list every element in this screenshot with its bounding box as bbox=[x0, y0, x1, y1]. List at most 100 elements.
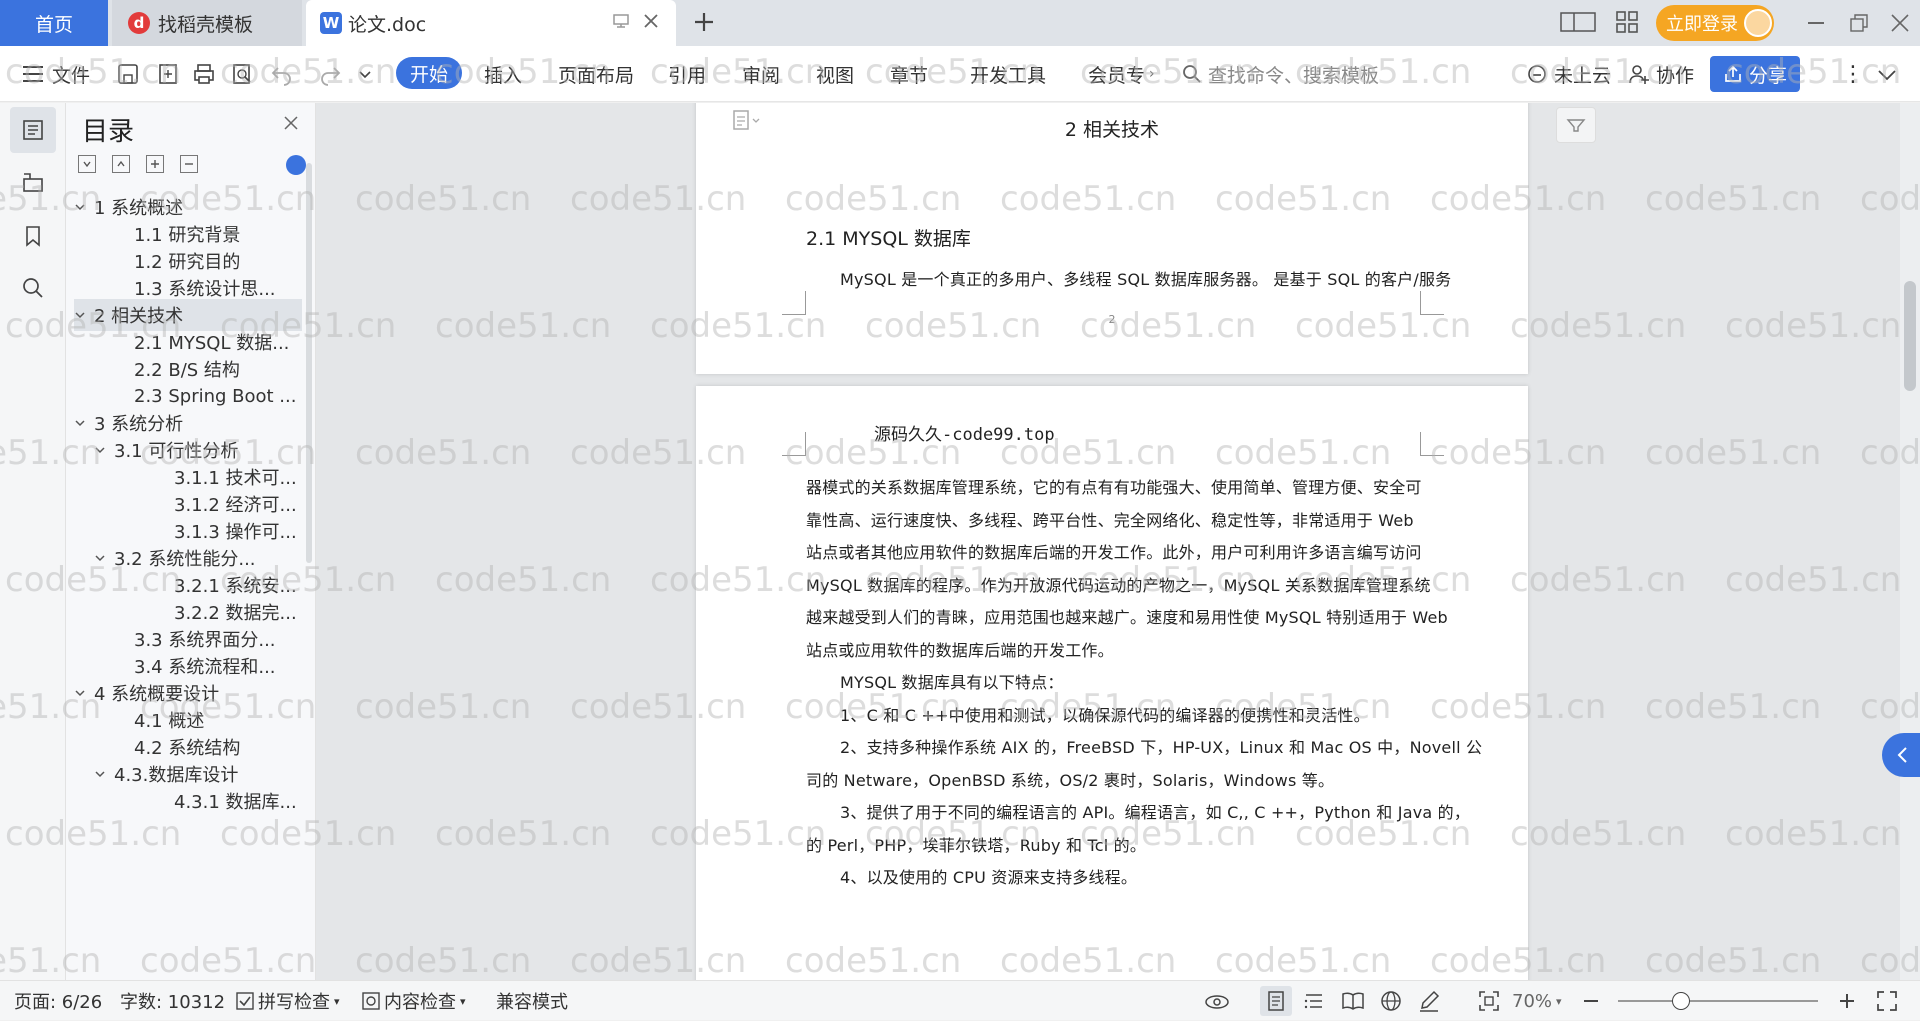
paragraph-line[interactable]: 器模式的关系数据库管理系统，它的有点有有功能强大、使用简单、管理方便、安全可 bbox=[806, 474, 1422, 498]
ribbon-tab-devtools[interactable]: 开发工具 bbox=[970, 46, 1046, 102]
toc-scrollbar[interactable] bbox=[306, 163, 312, 563]
command-search-input[interactable]: 查找命令、搜索模板 bbox=[1182, 46, 1379, 102]
close-tab-icon[interactable] bbox=[642, 12, 660, 35]
tab-daoke-templates[interactable]: d 找稻壳模板 bbox=[112, 0, 302, 46]
close-window-icon[interactable] bbox=[1890, 13, 1910, 37]
toc-item-label: 2.3 Spring Boot ... bbox=[134, 385, 297, 407]
toc-item-label: 4 系统概要设计 bbox=[94, 684, 220, 705]
content-check-button[interactable]: 内容检查 ▾ bbox=[362, 981, 466, 1021]
outline-icon bbox=[23, 173, 43, 192]
desktop-icon[interactable] bbox=[612, 12, 630, 35]
ribbon-tab-member-label: 会员专 bbox=[1088, 64, 1146, 87]
toc-toolbar bbox=[78, 155, 198, 173]
cloud-status[interactable]: 未上云 bbox=[1526, 46, 1611, 102]
redo-icon[interactable] bbox=[318, 46, 342, 102]
margin-corner bbox=[782, 432, 806, 456]
web-view-icon[interactable] bbox=[1380, 981, 1402, 1021]
expand-all-icon[interactable] bbox=[78, 155, 96, 173]
fullscreen-icon[interactable] bbox=[1876, 981, 1898, 1021]
layout-toggle-icon[interactable] bbox=[1560, 11, 1596, 37]
zoom-out-icon[interactable] bbox=[1582, 981, 1600, 1021]
quick-access-dropdown-icon[interactable] bbox=[358, 46, 372, 102]
paragraph-line[interactable]: 4、以及使用的 CPU 资源来支持多线程。 bbox=[840, 864, 1137, 888]
export-pdf-icon[interactable] bbox=[156, 46, 180, 102]
ribbon-tab-view[interactable]: 视图 bbox=[816, 46, 854, 102]
eye-protect-icon[interactable] bbox=[1204, 981, 1230, 1021]
paragraph-line[interactable]: 1、C 和 C ++中使用和测试，以确保源代码的编译器的便携性和灵活性。 bbox=[840, 702, 1370, 726]
tab-document[interactable]: W 论文.doc bbox=[306, 0, 676, 46]
paragraph-line[interactable]: 2、支持多种操作系统 AIX 的，FreeBSD 下，HP-UX，Linux 和… bbox=[840, 734, 1482, 758]
restore-icon[interactable] bbox=[1850, 14, 1868, 36]
toc-item-label: 3.1.1 技术可... bbox=[174, 468, 297, 489]
file-menu[interactable]: 文件 bbox=[22, 46, 90, 102]
chevron-down-icon[interactable] bbox=[94, 764, 114, 785]
minimize-icon[interactable] bbox=[1808, 22, 1824, 24]
zoom-level-dropdown[interactable]: 70% ▾ bbox=[1512, 981, 1562, 1021]
paragraph-line[interactable]: 靠性高、运行速度快、多线程、跨平台性、完全网络化、稳定性等，非常适用于 Web bbox=[806, 507, 1414, 531]
page-previous: 2 相关技术 2.1 MYSQL 数据库 MySQL 是一个真正的多用户、多线程… bbox=[696, 103, 1528, 374]
undo-icon[interactable] bbox=[270, 46, 294, 102]
chevron-down-icon[interactable] bbox=[74, 683, 94, 704]
login-button[interactable]: 立即登录 bbox=[1656, 5, 1774, 41]
toc-item[interactable]: 4.3.1 数据库... bbox=[74, 785, 302, 817]
spell-check-button[interactable]: 拼写检查 ▾ bbox=[236, 981, 340, 1021]
ribbon-tab-reference[interactable]: 引用 bbox=[668, 46, 706, 102]
chevron-down-icon[interactable] bbox=[94, 440, 114, 461]
collapse-ribbon-icon[interactable] bbox=[1876, 46, 1898, 102]
paragraph-line[interactable]: 站点或者其他应用软件的数据库后端的开发工作。此外，用户可利用许多语言编写访问 bbox=[806, 539, 1422, 563]
ribbon-tab-start[interactable]: 开始 bbox=[396, 57, 462, 89]
ribbon-tab-view-label: 视图 bbox=[816, 64, 855, 87]
collapse-all-icon[interactable] bbox=[112, 155, 130, 173]
share-button[interactable]: 分享 bbox=[1710, 56, 1800, 92]
vertical-scrollbar[interactable] bbox=[1900, 103, 1920, 980]
apps-grid-icon[interactable] bbox=[1615, 10, 1639, 38]
chapter-nav-button[interactable] bbox=[10, 159, 56, 205]
toc-item-label: 1.2 研究目的 bbox=[134, 252, 241, 273]
page-indicator[interactable]: 页面: 6/26 bbox=[14, 981, 102, 1021]
reading-view-icon[interactable] bbox=[1342, 981, 1364, 1021]
paragraph-line[interactable]: MySQL 数据库的程序。作为开放源代码运动的产物之一，MySQL 关系数据库管… bbox=[806, 572, 1431, 596]
collab-button[interactable]: 协作 bbox=[1628, 46, 1694, 102]
paragraph-line[interactable]: 站点或应用软件的数据库后端的开发工作。 bbox=[806, 637, 1114, 661]
paragraph-line[interactable]: MYSQL 数据库具有以下特点： bbox=[840, 669, 1064, 693]
ribbon-tab-review[interactable]: 审阅 bbox=[742, 46, 780, 102]
new-tab-icon[interactable] bbox=[692, 10, 716, 38]
add-heading-icon[interactable] bbox=[146, 155, 164, 173]
tab-home[interactable]: 首页 bbox=[0, 0, 108, 46]
side-panel-toggle[interactable] bbox=[1882, 733, 1920, 777]
fit-page-icon[interactable] bbox=[1478, 981, 1500, 1021]
close-toc-icon[interactable] bbox=[284, 115, 298, 134]
ribbon-tab-layout[interactable]: 页面布局 bbox=[558, 46, 634, 102]
chevron-down-icon[interactable] bbox=[74, 305, 94, 326]
scrollbar-thumb[interactable] bbox=[1904, 281, 1916, 391]
zoom-slider-thumb[interactable] bbox=[1672, 992, 1691, 1010]
save-icon[interactable] bbox=[116, 46, 140, 102]
paragraph-line[interactable]: 3、提供了用于不同的编程语言的 API。编程语言，如 C,, C ++，Pyth… bbox=[840, 799, 1470, 823]
more-options-icon[interactable]: ⋮ bbox=[1842, 46, 1864, 102]
ribbon-tab-chapter[interactable]: 章节 bbox=[890, 46, 928, 102]
paragraph-line[interactable]: MySQL 是一个真正的多用户、多线程 SQL 数据库服务器。 是基于 SQL … bbox=[840, 266, 1451, 290]
chevron-down-icon[interactable] bbox=[74, 413, 94, 434]
print-preview-icon[interactable] bbox=[230, 46, 254, 102]
zoom-slider[interactable] bbox=[1618, 992, 1818, 1010]
print-icon[interactable] bbox=[192, 46, 216, 102]
bookmark-button[interactable] bbox=[10, 213, 56, 259]
page-view-icon[interactable] bbox=[1260, 986, 1292, 1016]
word-count[interactable]: 字数: 10312 bbox=[120, 981, 225, 1021]
ribbon-tab-insert[interactable]: 插入 bbox=[484, 46, 522, 102]
paragraph-line[interactable]: 司的 Netware，OpenBSD 系统，OS/2 裹时，Solaris，Wi… bbox=[806, 767, 1334, 791]
find-button[interactable] bbox=[10, 265, 56, 311]
paragraph-line[interactable]: 越来越受到人们的青睐，应用范围也越来越广。速度和易用性使 MySQL 特别适用于… bbox=[806, 604, 1448, 628]
outline-view-icon[interactable] bbox=[1304, 981, 1324, 1021]
cloud-icon bbox=[1528, 65, 1546, 83]
zoom-in-icon[interactable] bbox=[1838, 981, 1856, 1021]
ai-assist-icon[interactable] bbox=[286, 155, 306, 175]
paragraph-line[interactable]: 的 Perl，PHP，埃菲尔铁塔，Ruby 和 Tcl 的。 bbox=[806, 832, 1146, 856]
chevron-down-icon[interactable] bbox=[94, 548, 114, 569]
chevron-down-icon[interactable] bbox=[74, 197, 94, 218]
filter-panel-button[interactable] bbox=[1556, 107, 1596, 143]
remove-heading-icon[interactable] bbox=[180, 155, 198, 173]
toc-panel-button[interactable] bbox=[10, 107, 56, 153]
write-mode-icon[interactable] bbox=[1418, 981, 1440, 1021]
ribbon-tab-member[interactable]: 会员专 › bbox=[1088, 46, 1155, 102]
